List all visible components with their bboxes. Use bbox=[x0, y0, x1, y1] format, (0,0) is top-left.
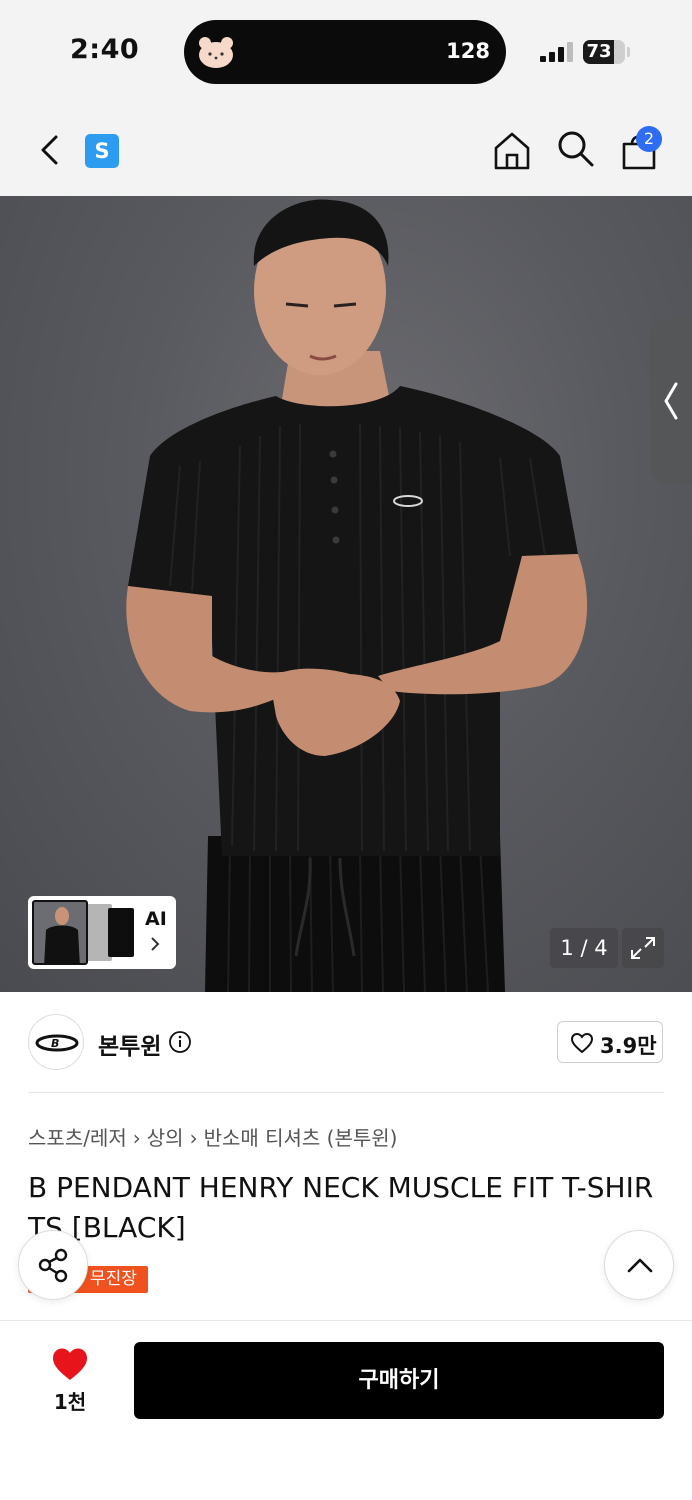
product-photo bbox=[126, 199, 588, 992]
thumbnail-3 bbox=[108, 908, 134, 957]
back-chevron-icon[interactable] bbox=[30, 128, 74, 172]
brand-logo[interactable]: B bbox=[28, 1014, 84, 1070]
chevron-right-icon bbox=[151, 937, 160, 951]
wish-count: 1천 bbox=[53, 1390, 87, 1414]
product-image-gallery[interactable] bbox=[0, 196, 692, 992]
bottom-bar-divider bbox=[0, 1320, 692, 1321]
brand-like-count: 3.9만 bbox=[600, 1034, 657, 1058]
island-counter: 128 bbox=[446, 39, 490, 63]
thumbnail-1 bbox=[32, 900, 88, 965]
ai-thumbnail-panel[interactable]: AI bbox=[28, 896, 176, 969]
buy-button[interactable]: 구매하기 bbox=[134, 1342, 664, 1419]
battery-icon: 73 bbox=[583, 40, 625, 64]
scroll-to-top-button[interactable] bbox=[604, 1230, 674, 1300]
bear-icon bbox=[199, 37, 233, 68]
breadcrumb-separator-icon: › bbox=[189, 1126, 198, 1150]
image-counter: 1 / 4 bbox=[550, 928, 618, 968]
dynamic-island: 128 bbox=[184, 20, 506, 84]
search-icon[interactable] bbox=[553, 126, 597, 170]
battery-level: 73 bbox=[586, 41, 612, 62]
brand-like-button[interactable]: 3.9만 bbox=[557, 1021, 663, 1063]
expand-button[interactable] bbox=[622, 928, 664, 968]
breadcrumb-item-type[interactable]: 반소매 티셔츠 (본투윈) bbox=[204, 1126, 398, 1150]
share-button[interactable] bbox=[18, 1230, 88, 1300]
product-title: B PENDANT HENRY NECK MUSCLE FIT T-SHIRTS… bbox=[28, 1171, 654, 1244]
brand-name[interactable]: 본투윈 bbox=[98, 1027, 161, 1061]
heart-filled-icon[interactable] bbox=[50, 1346, 90, 1382]
expand-icon bbox=[631, 937, 655, 959]
brand-logo-mark: B bbox=[35, 1034, 79, 1052]
svg-text:B: B bbox=[51, 1037, 59, 1050]
breadcrumb-item-category[interactable]: 스포츠/레저 bbox=[28, 1126, 127, 1150]
home-icon[interactable] bbox=[490, 128, 534, 172]
divider bbox=[28, 1092, 664, 1093]
side-drawer-tab[interactable] bbox=[650, 318, 692, 484]
app-logo[interactable]: S bbox=[85, 134, 119, 168]
cart-count-badge: 2 bbox=[636, 126, 662, 152]
status-bar: 2:40 128 73 bbox=[0, 0, 692, 104]
info-icon[interactable] bbox=[168, 1030, 192, 1054]
ai-label: AI bbox=[145, 908, 167, 930]
cellular-signal-icon bbox=[540, 42, 573, 62]
battery-tip bbox=[627, 47, 630, 57]
breadcrumb-separator-icon: › bbox=[132, 1126, 141, 1150]
status-time: 2:40 bbox=[70, 34, 140, 65]
breadcrumb: 스포츠/레저 › 상의 › 반소매 티셔츠 (본투윈) bbox=[28, 1122, 397, 1151]
chevron-up-icon bbox=[627, 1258, 653, 1273]
heart-outline-icon bbox=[570, 1032, 594, 1054]
top-navigation: S 2 bbox=[0, 104, 692, 196]
side-tab-chevron-icon bbox=[664, 382, 678, 420]
breadcrumb-item-subcategory[interactable]: 상의 bbox=[147, 1126, 184, 1150]
share-icon bbox=[38, 1248, 68, 1283]
